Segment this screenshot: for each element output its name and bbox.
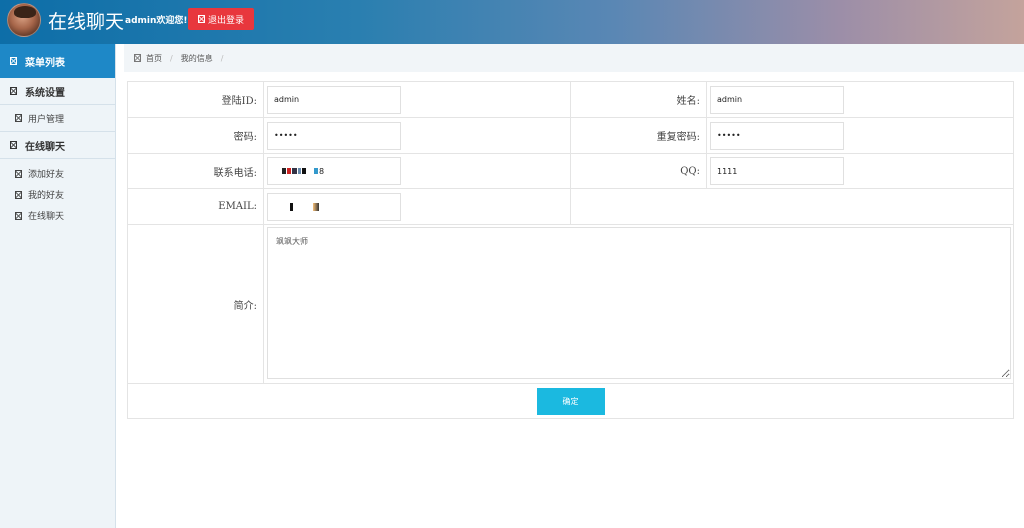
sidebar-item-label: 我的好友 bbox=[28, 191, 65, 201]
name-label: 姓名: bbox=[570, 81, 707, 118]
file-icon bbox=[15, 114, 22, 122]
phone-suffix: 8 bbox=[319, 166, 325, 176]
name-input[interactable]: admin bbox=[710, 85, 844, 114]
phone-input[interactable]: 8 bbox=[267, 157, 401, 185]
profile-form: 登陆ID: admin 姓名: admin 密码: ••••• 重复密码: ••… bbox=[127, 81, 1014, 419]
email-label: EMAIL: bbox=[127, 188, 264, 225]
sidebar-group-label: 在线聊天 bbox=[25, 141, 65, 153]
logout-icon bbox=[197, 15, 205, 23]
folder-icon bbox=[10, 141, 17, 149]
sidebar: 菜单列表 系统设置 用户管理 在线聊天 添加好友 我的好友 在线聊天 bbox=[0, 44, 116, 528]
password-input[interactable]: ••••• bbox=[267, 121, 401, 150]
sidebar-item-label: 在线聊天 bbox=[28, 212, 65, 222]
sidebar-item-add-friend[interactable]: 添加好友 bbox=[0, 163, 115, 184]
redacted-pixels bbox=[282, 168, 318, 174]
logout-button[interactable]: 退出登录 bbox=[188, 8, 254, 30]
redacted-pixels bbox=[290, 202, 319, 211]
sidebar-item-label: 用户管理 bbox=[28, 114, 65, 125]
email-input[interactable] bbox=[267, 192, 401, 221]
sidebar-group-online-chat[interactable]: 在线聊天 bbox=[0, 132, 115, 159]
confirm-password-input[interactable]: ••••• bbox=[710, 121, 844, 150]
sidebar-item-user-management[interactable]: 用户管理 bbox=[0, 105, 115, 132]
sidebar-group-system-settings[interactable]: 系统设置 bbox=[0, 78, 115, 105]
login-id-label: 登陆ID: bbox=[127, 81, 264, 118]
sidebar-item-my-friends[interactable]: 我的好友 bbox=[0, 184, 115, 205]
file-icon bbox=[15, 169, 22, 178]
qq-input[interactable]: 1111 bbox=[710, 157, 844, 185]
top-bar: 在线聊天 admin欢迎您! 退出登录 bbox=[0, 0, 1024, 44]
sidebar-item-label: 添加好友 bbox=[28, 170, 65, 180]
qq-label: QQ: bbox=[570, 153, 707, 189]
file-icon bbox=[15, 190, 22, 199]
home-icon bbox=[134, 54, 141, 62]
intro-label: 简介: bbox=[127, 224, 264, 384]
folder-icon bbox=[10, 87, 17, 95]
file-icon bbox=[15, 211, 22, 220]
menu-list-title: 菜单列表 bbox=[25, 57, 65, 69]
menu-list-header: 菜单列表 bbox=[0, 44, 115, 78]
list-icon bbox=[10, 57, 17, 65]
intro-textarea[interactable]: 飒飒大师 bbox=[267, 226, 1011, 379]
submit-button[interactable]: 确定 bbox=[536, 387, 605, 415]
welcome-text: admin欢迎您! bbox=[125, 16, 188, 26]
avatar bbox=[7, 3, 41, 37]
confirm-password-label: 重复密码: bbox=[570, 117, 707, 154]
breadcrumb: 首页 / 我的信息 / bbox=[124, 44, 1024, 72]
app-title: 在线聊天 bbox=[48, 11, 125, 33]
sidebar-group-label: 系统设置 bbox=[25, 87, 65, 99]
sidebar-item-online-chat[interactable]: 在线聊天 bbox=[0, 205, 115, 226]
logout-label: 退出登录 bbox=[207, 15, 244, 26]
breadcrumb-current: 我的信息 bbox=[180, 53, 213, 63]
password-label: 密码: bbox=[127, 117, 264, 154]
phone-label: 联系电话: bbox=[127, 153, 264, 189]
login-id-input[interactable]: admin bbox=[267, 85, 401, 114]
breadcrumb-home[interactable]: 首页 bbox=[146, 53, 162, 64]
